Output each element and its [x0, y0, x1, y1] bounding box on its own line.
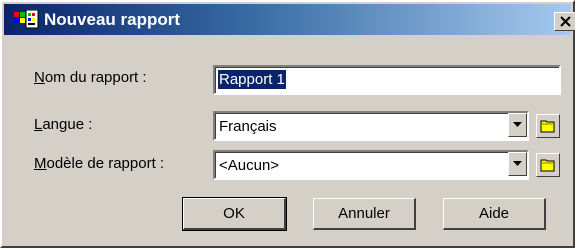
- language-value: Français: [219, 118, 277, 135]
- template-label-mnemonic: M: [34, 155, 47, 172]
- close-button[interactable]: [554, 12, 575, 31]
- window-title: Nouveau rapport: [44, 10, 181, 29]
- template-dropdown-button[interactable]: [508, 152, 527, 176]
- cancel-button[interactable]: Annuler: [313, 198, 416, 230]
- dialog-window: Nouveau rapport Nom du rapport : Rapport…: [0, 0, 575, 248]
- help-button[interactable]: Aide: [443, 198, 546, 230]
- template-label: Modèle de rapport :: [34, 155, 164, 172]
- template-select[interactable]: <Aucun>: [213, 150, 529, 180]
- report-name-value: Rapport 1: [218, 70, 286, 89]
- language-browse-button[interactable]: [536, 114, 560, 138]
- report-name-input[interactable]: Rapport 1: [213, 65, 561, 95]
- title-bar[interactable]: Nouveau rapport: [4, 4, 575, 35]
- report-name-label: Nom du rapport :: [34, 69, 147, 86]
- template-browse-button[interactable]: [536, 153, 560, 177]
- language-select[interactable]: Français: [213, 111, 529, 141]
- language-label-text: angue :: [42, 116, 93, 133]
- report-name-label-text: om du rapport :: [44, 69, 147, 86]
- language-label: Langue :: [34, 116, 92, 133]
- language-dropdown-button[interactable]: [508, 113, 527, 137]
- app-icon: [13, 9, 39, 29]
- template-value: <Aucun>: [219, 157, 280, 174]
- template-label-text: odèle de rapport :: [46, 155, 165, 172]
- ok-button[interactable]: OK: [182, 197, 287, 231]
- report-name-label-mnemonic: N: [34, 69, 45, 86]
